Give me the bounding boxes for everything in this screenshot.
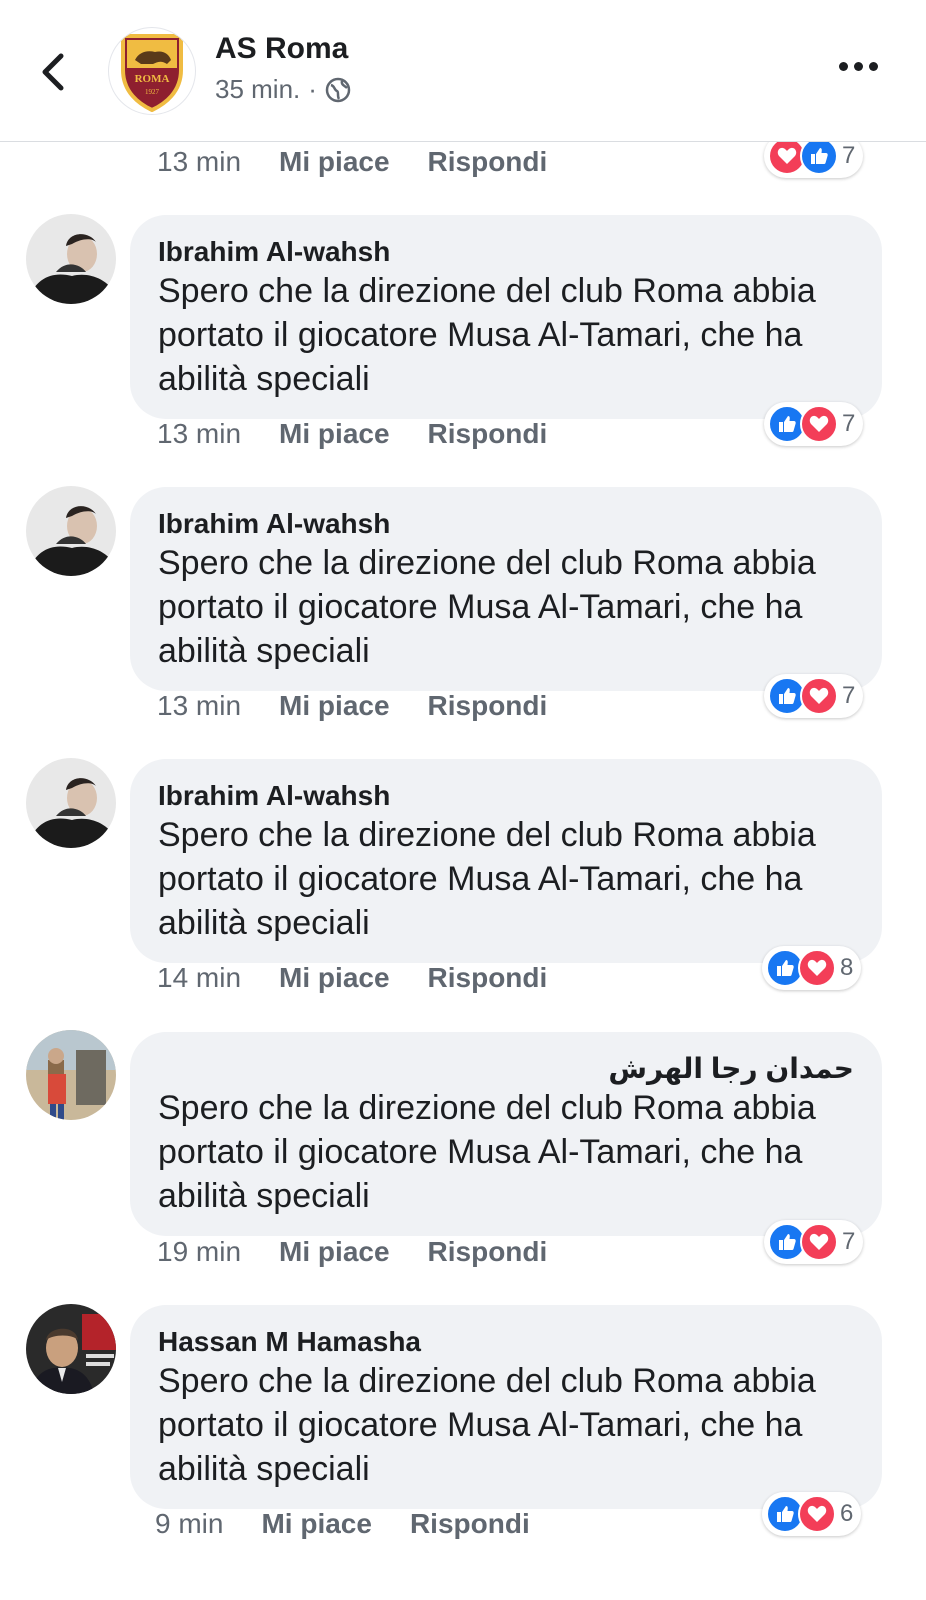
comment-time: 14 min bbox=[157, 962, 242, 993]
profile-photo bbox=[26, 486, 116, 576]
comment-time: 13 min bbox=[157, 418, 242, 449]
profile-photo bbox=[26, 214, 116, 304]
love-reaction-icon bbox=[800, 677, 838, 715]
comment-actions: 19 min Mi piace Rispondi bbox=[157, 1236, 547, 1268]
reaction-count: 6 bbox=[840, 1500, 854, 1527]
comment-author[interactable]: Hassan M Hamasha bbox=[158, 1325, 854, 1359]
love-reaction-icon bbox=[800, 405, 838, 443]
like-button[interactable]: Mi piace bbox=[279, 418, 389, 450]
dot-icon bbox=[854, 62, 863, 71]
more-options-button[interactable] bbox=[839, 62, 878, 71]
svg-text:1927: 1927 bbox=[145, 88, 160, 96]
reaction-summary[interactable]: 6 bbox=[762, 1492, 862, 1536]
reply-button[interactable]: Rispondi bbox=[428, 690, 548, 722]
meta-separator: · bbox=[308, 74, 317, 104]
reaction-summary[interactable]: 7 bbox=[764, 1220, 864, 1264]
comment-time: 9 min bbox=[155, 1508, 224, 1539]
user-avatar[interactable] bbox=[26, 1304, 116, 1394]
reaction-count: 7 bbox=[842, 1228, 856, 1255]
comment-bubble: Ibrahim Al-wahsh Spero che la direzione … bbox=[130, 759, 882, 963]
globe-icon bbox=[325, 77, 351, 102]
reply-button[interactable]: Rispondi bbox=[428, 146, 548, 178]
comment-text: Spero che la direzione del club Roma abb… bbox=[158, 816, 816, 942]
user-avatar[interactable] bbox=[26, 1030, 116, 1120]
love-reaction-icon bbox=[800, 1223, 838, 1261]
comment-actions: 14 min Mi piace Rispondi bbox=[157, 962, 547, 994]
reaction-count: 7 bbox=[842, 142, 856, 169]
back-button[interactable] bbox=[30, 44, 74, 100]
reply-button[interactable]: Rispondi bbox=[428, 418, 548, 450]
comment-author[interactable]: Ibrahim Al-wahsh bbox=[158, 507, 854, 541]
comment-bubble: حمدان رجا الهرش Spero che la direzione d… bbox=[130, 1032, 882, 1236]
profile-photo bbox=[26, 1304, 116, 1394]
profile-photo bbox=[26, 1030, 116, 1120]
like-button[interactable]: Mi piace bbox=[279, 146, 389, 178]
like-button[interactable]: Mi piace bbox=[279, 1236, 389, 1268]
comment-text: Spero che la direzione del club Roma abb… bbox=[158, 272, 816, 398]
reaction-count: 7 bbox=[842, 410, 856, 437]
comment-time: 13 min bbox=[157, 690, 242, 721]
reply-button[interactable]: Rispondi bbox=[410, 1508, 530, 1540]
reply-button[interactable]: Rispondi bbox=[428, 962, 548, 994]
love-reaction-icon bbox=[798, 1495, 836, 1533]
reaction-summary[interactable]: 7 bbox=[764, 674, 864, 718]
like-button[interactable]: Mi piace bbox=[261, 1508, 371, 1540]
chevron-left-icon bbox=[42, 53, 64, 91]
comment-author[interactable]: Ibrahim Al-wahsh bbox=[158, 779, 854, 813]
post-timestamp: 35 min. bbox=[215, 74, 301, 104]
reaction-summary[interactable]: 7 bbox=[764, 402, 864, 446]
comment-time: 13 min bbox=[157, 146, 242, 177]
comment-bubble: Hassan M Hamasha Spero che la direzione … bbox=[130, 1305, 882, 1509]
comment-time: 19 min bbox=[157, 1236, 242, 1267]
dot-icon bbox=[839, 62, 848, 71]
reaction-count: 7 bbox=[842, 682, 856, 709]
like-button[interactable]: Mi piace bbox=[279, 962, 389, 994]
reaction-summary[interactable]: 8 bbox=[762, 946, 862, 990]
comment-actions: 13 min Mi piace Rispondi bbox=[157, 690, 547, 722]
love-reaction-icon bbox=[798, 949, 836, 987]
profile-photo bbox=[26, 758, 116, 848]
comment-actions: 9 min Mi piace Rispondi bbox=[155, 1508, 530, 1540]
comment-text: Spero che la direzione del club Roma abb… bbox=[158, 1362, 816, 1488]
like-button[interactable]: Mi piace bbox=[279, 690, 389, 722]
page-title[interactable]: AS Roma bbox=[215, 32, 348, 66]
comment-bubble: Ibrahim Al-wahsh Spero che la direzione … bbox=[130, 487, 882, 691]
like-reaction-icon bbox=[800, 137, 838, 175]
reply-button[interactable]: Rispondi bbox=[428, 1236, 548, 1268]
dot-icon bbox=[869, 62, 878, 71]
reaction-count: 8 bbox=[840, 954, 854, 981]
user-avatar[interactable] bbox=[26, 758, 116, 848]
post-header: ROMA 1927 AS Roma 35 min. · bbox=[0, 0, 926, 142]
comment-author[interactable]: حمدان رجا الهرش bbox=[158, 1052, 854, 1086]
comment-text: Spero che la direzione del club Roma abb… bbox=[158, 544, 816, 670]
comment-actions: 13 min Mi piace Rispondi bbox=[157, 146, 547, 178]
comment-actions: 13 min Mi piace Rispondi bbox=[157, 418, 547, 450]
user-avatar[interactable] bbox=[26, 214, 116, 304]
as-roma-crest-logo: ROMA 1927 bbox=[121, 34, 183, 112]
svg-text:ROMA: ROMA bbox=[135, 73, 170, 85]
post-meta: 35 min. · bbox=[215, 74, 351, 105]
page-avatar[interactable]: ROMA 1927 bbox=[108, 27, 196, 115]
comment-bubble: Ibrahim Al-wahsh Spero che la direzione … bbox=[130, 215, 882, 419]
comment-author[interactable]: Ibrahim Al-wahsh bbox=[158, 235, 854, 269]
user-avatar[interactable] bbox=[26, 486, 116, 576]
comment-text: Spero che la direzione del club Roma abb… bbox=[158, 1089, 816, 1215]
